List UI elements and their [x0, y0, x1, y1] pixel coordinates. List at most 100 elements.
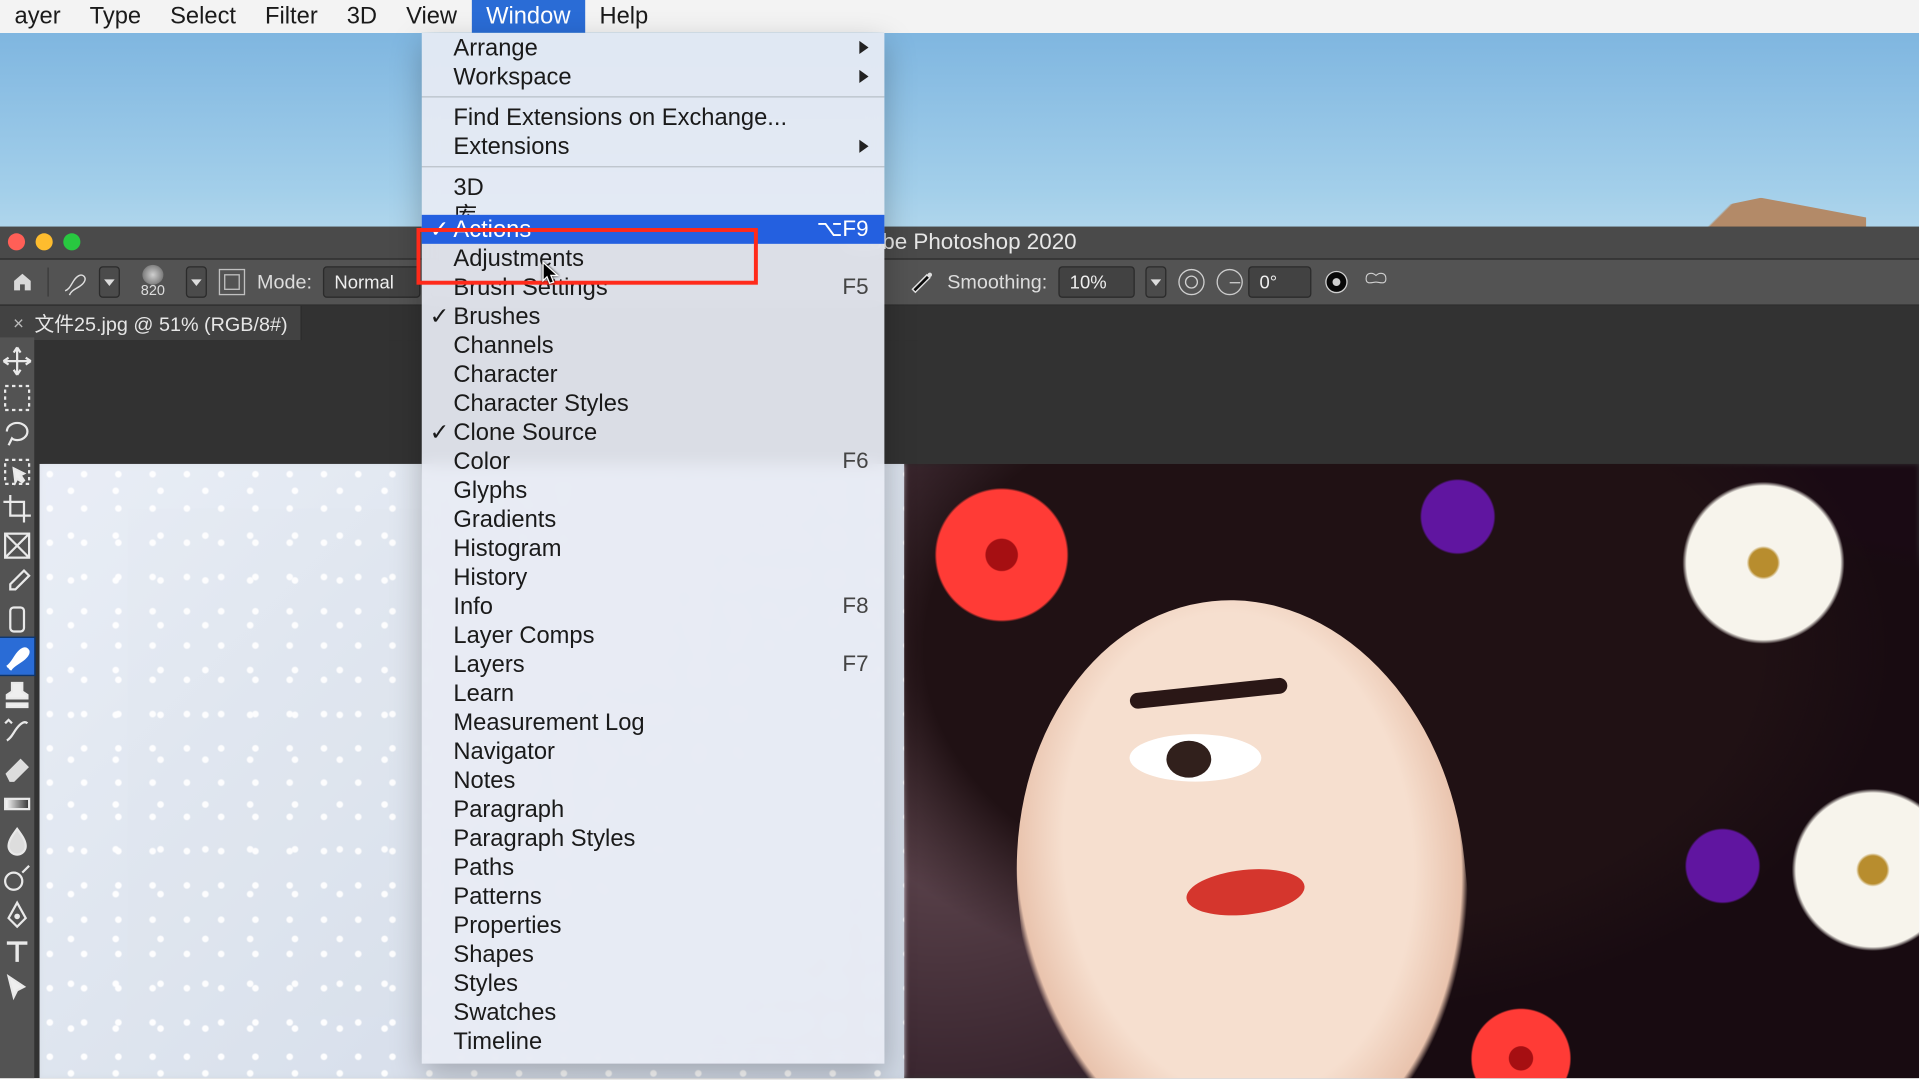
menu-item-channels[interactable]: Channels [422, 331, 885, 360]
menu-item-styles[interactable]: Styles [422, 969, 885, 998]
pressure-size-icon[interactable] [1321, 268, 1350, 297]
menu-help[interactable]: Help [585, 0, 663, 33]
submenu-arrow-icon [859, 70, 868, 83]
smoothing-options-icon[interactable] [1176, 268, 1205, 297]
history-brush-tool[interactable] [0, 712, 34, 749]
tool-preset-dropdown[interactable] [99, 266, 120, 298]
menu-item-history[interactable]: History [422, 563, 885, 592]
menu-item-paragraph[interactable]: Paragraph [422, 795, 885, 824]
menu-ayer[interactable]: ayer [0, 0, 75, 33]
menu-item-gradients[interactable]: Gradients [422, 505, 885, 534]
blur-tool[interactable] [0, 822, 34, 859]
menu-item-paragraph-styles[interactable]: Paragraph Styles [422, 824, 885, 853]
brush-tool[interactable] [0, 638, 34, 675]
menu-item-color[interactable]: ColorF6 [422, 447, 885, 476]
desktop-wallpaper [0, 33, 1919, 231]
menu-item-glyphs[interactable]: Glyphs [422, 476, 885, 505]
menu-item-extensions[interactable]: Extensions [422, 132, 885, 161]
crop-tool[interactable] [0, 490, 34, 527]
brush-tip-icon[interactable] [59, 268, 88, 297]
close-window-button[interactable] [8, 233, 25, 250]
dodge-tool[interactable] [0, 859, 34, 896]
brush-angle[interactable]: 0° [1216, 266, 1311, 298]
lasso-tool[interactable] [0, 416, 34, 453]
menu-item-character[interactable]: Character [422, 360, 885, 389]
menu-item-workspace[interactable]: Workspace [422, 62, 885, 91]
eyedropper-tool[interactable] [0, 564, 34, 601]
menu-shortcut: F5 [842, 273, 868, 302]
menu-item-label: Measurement Log [453, 709, 644, 735]
menu-item-patterns[interactable]: Patterns [422, 882, 885, 911]
menu-item-shapes[interactable]: Shapes [422, 940, 885, 969]
marquee-tool[interactable] [0, 380, 34, 417]
stamp-tool[interactable] [0, 675, 34, 712]
frame-tool[interactable] [0, 527, 34, 564]
airbrush-icon[interactable] [908, 268, 937, 297]
menu-item-layers[interactable]: LayersF7 [422, 650, 885, 679]
window-titlebar[interactable]: Adobe Photoshop 2020 [0, 227, 1919, 259]
pen-tool[interactable] [0, 896, 34, 933]
menu-item-label: Notes [453, 767, 515, 793]
menu-item-character-styles[interactable]: Character Styles [422, 389, 885, 418]
menu-filter[interactable]: Filter [251, 0, 333, 33]
menu-item-histogram[interactable]: Histogram [422, 534, 885, 563]
menu-item-label: Channels [453, 332, 553, 358]
mode-label: Mode: [257, 271, 312, 293]
angle-dial-icon [1216, 269, 1242, 295]
menu-shortcut: F6 [842, 447, 868, 476]
menu-window[interactable]: Window [472, 0, 585, 33]
angle-value[interactable]: 0° [1248, 266, 1311, 298]
document-tab[interactable]: × 文件25.jpg @ 51% (RGB/8#) [0, 306, 302, 340]
object-select-tool[interactable] [0, 453, 34, 490]
menu-item-actions[interactable]: ✓Actions⌥F9 [422, 215, 885, 244]
menu-item-label: Actions [453, 216, 531, 242]
minimize-window-button[interactable] [36, 233, 53, 250]
menu-item-brushes[interactable]: ✓Brushes [422, 302, 885, 331]
menu-item-3d[interactable]: 3D [422, 173, 885, 202]
home-icon[interactable] [8, 268, 37, 297]
menu-item-notes[interactable]: Notes [422, 766, 885, 795]
menu-select[interactable]: Select [156, 0, 251, 33]
menu-item-clone-source[interactable]: ✓Clone Source [422, 418, 885, 447]
menu-item-label: Paragraph Styles [453, 825, 635, 851]
menu-item-measurement-log[interactable]: Measurement Log [422, 708, 885, 737]
menu-item-swatches[interactable]: Swatches [422, 998, 885, 1027]
brush-preset-dropdown[interactable] [186, 266, 207, 298]
menu-item-label: Extensions [453, 133, 569, 159]
brush-preview[interactable]: 820 [130, 265, 175, 299]
mode-select[interactable]: Normal [323, 266, 421, 298]
menu-item-paths[interactable]: Paths [422, 853, 885, 882]
eraser-tool[interactable] [0, 749, 34, 786]
move-tool[interactable] [0, 343, 34, 380]
menu-item-label: Styles [453, 970, 518, 996]
menu-item-timeline[interactable]: Timeline [422, 1027, 885, 1056]
symmetry-icon[interactable] [1361, 268, 1390, 297]
menu-item-properties[interactable]: Properties [422, 911, 885, 940]
menu-item-label: Arrange [453, 34, 537, 60]
menu-item-layer-comps[interactable]: Layer Comps [422, 621, 885, 650]
menu-item-label: Workspace [453, 63, 571, 89]
close-tab-icon[interactable]: × [13, 312, 24, 333]
menu-item-brush-settings[interactable]: Brush SettingsF5 [422, 273, 885, 302]
menu-item-info[interactable]: InfoF8 [422, 592, 885, 621]
zoom-window-button[interactable] [63, 233, 80, 250]
menu-3d[interactable]: 3D [332, 0, 391, 33]
menu-item-label: Layers [453, 651, 524, 677]
menu-type[interactable]: Type [75, 0, 155, 33]
path-select-tool[interactable] [0, 970, 34, 1007]
type-tool[interactable] [0, 933, 34, 970]
menu-item-find-extensions-on-exchange-[interactable]: Find Extensions on Exchange... [422, 103, 885, 132]
healing-tool[interactable] [0, 601, 34, 638]
menu-view[interactable]: View [392, 0, 472, 33]
brush-panel-icon[interactable] [217, 268, 246, 297]
smoothing-value[interactable]: 10% [1058, 266, 1134, 298]
menu-item-adjustments[interactable]: Adjustments [422, 244, 885, 273]
document-tabbar: × 文件25.jpg @ 51% (RGB/8#) [0, 306, 1919, 340]
menu-item-navigator[interactable]: Navigator [422, 737, 885, 766]
menu-item--[interactable]: 库 [422, 202, 885, 215]
smoothing-dropdown[interactable] [1145, 266, 1166, 298]
canvas[interactable] [40, 464, 1919, 1078]
menu-item-learn[interactable]: Learn [422, 679, 885, 708]
menu-item-arrange[interactable]: Arrange [422, 33, 885, 62]
gradient-tool[interactable] [0, 786, 34, 823]
